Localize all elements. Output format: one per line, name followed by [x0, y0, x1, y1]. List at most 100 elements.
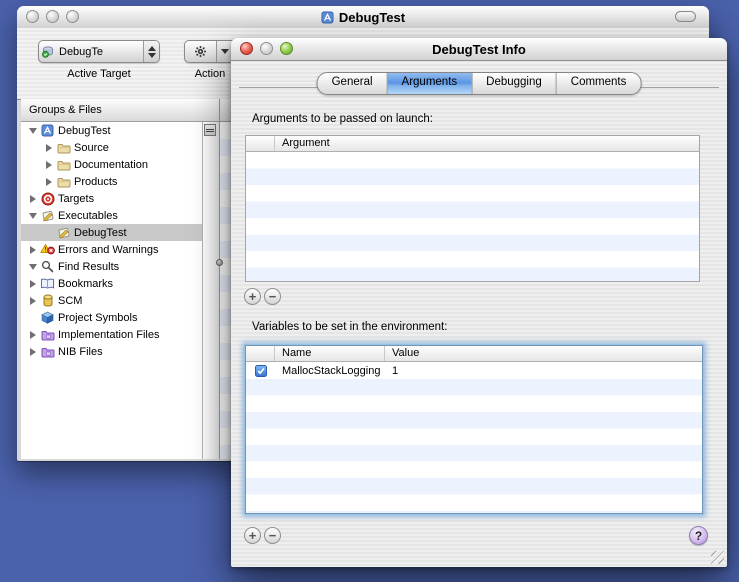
sidebar-item-executables[interactable]: Executables — [21, 207, 203, 224]
remove-variable-button[interactable]: − — [264, 527, 281, 544]
splitter-dimple-icon[interactable] — [216, 259, 223, 266]
tab-comments[interactable]: Comments — [556, 73, 641, 94]
database-icon — [39, 293, 56, 308]
sidebar-item-label: NIB Files — [58, 346, 103, 358]
tab-general[interactable]: General — [318, 73, 387, 94]
sidebar-item-bookmarks[interactable]: Bookmarks — [21, 275, 203, 292]
arguments-table-body[interactable] — [246, 152, 699, 281]
executable-icon — [39, 208, 56, 223]
info-window-title-text: DebugTest Info — [432, 42, 526, 57]
variables-table[interactable]: Name Value MallocStackLogging 1 — [245, 345, 703, 514]
sidebar-item-label: Bookmarks — [58, 278, 113, 290]
sidebar-item-label: SCM — [58, 295, 82, 307]
sidebar-item-nib-files[interactable]: NIB Files — [21, 343, 203, 360]
add-variable-button[interactable]: + — [244, 527, 261, 544]
info-window: DebugTest Info General Arguments Debuggi… — [231, 38, 727, 567]
action-button[interactable] — [184, 40, 236, 63]
sidebar-item-label: Products — [74, 176, 117, 188]
variable-row-mallocstacklogging[interactable]: MallocStackLogging 1 — [246, 362, 702, 379]
sidebar-item-label: Errors and Warnings — [58, 244, 158, 256]
disclosure-closed-icon[interactable] — [27, 195, 38, 203]
info-window-title: DebugTest Info — [231, 38, 727, 60]
sidebar-item-debugtest-project[interactable]: DebugTest — [21, 122, 203, 139]
sidebar-item-label: DebugTest — [58, 125, 111, 137]
checkmark-icon — [256, 366, 266, 376]
sidebar-item-products[interactable]: Products — [21, 173, 203, 190]
sidebar-item-targets[interactable]: Targets — [21, 190, 203, 207]
smart-folder-icon — [39, 344, 56, 359]
variables-table-body[interactable] — [246, 379, 702, 513]
tab-arguments[interactable]: Arguments — [387, 73, 472, 94]
info-window-titlebar[interactable]: DebugTest Info — [231, 38, 727, 61]
target-executable-icon — [40, 44, 57, 59]
groups-files-header[interactable]: Groups & Files — [21, 99, 219, 122]
disclosure-open-icon[interactable] — [27, 213, 38, 219]
action-caption: Action — [184, 68, 236, 80]
folder-icon — [55, 174, 72, 189]
sidebar-scrollbar[interactable] — [202, 122, 219, 459]
remove-argument-button[interactable]: − — [264, 288, 281, 305]
disclosure-closed-icon[interactable] — [43, 178, 54, 186]
disclosure-open-icon[interactable] — [27, 264, 38, 270]
help-button[interactable]: ? — [689, 526, 708, 545]
sidebar-item-label: Find Results — [58, 261, 119, 273]
disclosure-closed-icon[interactable] — [27, 331, 38, 339]
name-column-header[interactable]: Name — [275, 346, 385, 361]
disclosure-closed-icon[interactable] — [27, 246, 38, 254]
gear-icon — [185, 45, 216, 58]
project-window-title-text: DebugTest — [339, 10, 405, 25]
variables-checkbox-column-header[interactable] — [246, 346, 275, 361]
project-window-title: DebugTest — [17, 6, 709, 28]
variable-value-cell[interactable]: 1 — [385, 365, 702, 377]
disclosure-closed-icon[interactable] — [27, 348, 38, 356]
argument-column-header[interactable]: Argument — [275, 136, 330, 151]
sidebar-item-label: Implementation Files — [58, 329, 160, 341]
folder-icon — [55, 157, 72, 172]
disclosure-open-icon[interactable] — [27, 128, 38, 134]
magnifier-icon — [39, 259, 56, 274]
tab-debugging[interactable]: Debugging — [471, 73, 556, 94]
sidebar-item-debugtest-executable[interactable]: DebugTest — [21, 224, 203, 241]
warning-icon — [39, 242, 56, 257]
sidebar-item-errors-warnings[interactable]: Errors and Warnings — [21, 241, 203, 258]
disclosure-closed-icon[interactable] — [27, 297, 38, 305]
arguments-table[interactable]: Argument — [245, 135, 700, 282]
variables-section-label: Variables to be set in the environment: — [252, 321, 447, 333]
arguments-checkbox-column-header[interactable] — [246, 136, 275, 151]
project-document-icon — [321, 11, 334, 24]
resize-grip[interactable] — [711, 551, 724, 564]
book-icon — [39, 276, 56, 291]
variable-name-cell[interactable]: MallocStackLogging — [275, 365, 385, 377]
sidebar-item-scm[interactable]: SCM — [21, 292, 203, 309]
popup-stepper-icon[interactable] — [143, 41, 159, 62]
groups-files-tree: DebugTest Source Documentation — [21, 122, 203, 360]
sidebar-item-label: Project Symbols — [58, 312, 137, 324]
variables-table-header[interactable]: Name Value — [246, 346, 702, 362]
xcode-project-icon — [39, 123, 56, 138]
disclosure-closed-icon[interactable] — [43, 144, 54, 152]
add-argument-button[interactable]: + — [244, 288, 261, 305]
disclosure-closed-icon[interactable] — [27, 280, 38, 288]
value-column-header[interactable]: Value — [385, 346, 702, 361]
sidebar-item-source[interactable]: Source — [21, 139, 203, 156]
disclosure-closed-icon[interactable] — [43, 161, 54, 169]
variable-enabled-checkbox[interactable] — [255, 365, 267, 377]
groups-files-sidebar: Groups & Files DebugTest Source — [21, 99, 219, 459]
outline-menu-icon[interactable] — [204, 124, 216, 136]
active-target-popup[interactable]: DebugTe — [38, 40, 160, 63]
sidebar-item-label: Targets — [58, 193, 94, 205]
arguments-add-remove: + − — [244, 288, 281, 305]
toolbar-toggle-button[interactable] — [675, 11, 696, 22]
sidebar-item-project-symbols[interactable]: Project Symbols — [21, 309, 203, 326]
info-tabs: General Arguments Debugging Comments — [317, 72, 642, 95]
sidebar-item-implementation-files[interactable]: Implementation Files — [21, 326, 203, 343]
sidebar-item-documentation[interactable]: Documentation — [21, 156, 203, 173]
active-target-caption: Active Target — [38, 68, 160, 80]
arguments-table-header[interactable]: Argument — [246, 136, 699, 152]
cube-icon — [39, 310, 56, 325]
sidebar-item-find-results[interactable]: Find Results — [21, 258, 203, 275]
project-window-titlebar[interactable]: DebugTest — [17, 6, 709, 29]
sidebar-item-label: Documentation — [74, 159, 148, 171]
disclosure-none — [43, 229, 54, 237]
active-target-value: DebugTe — [59, 46, 143, 58]
